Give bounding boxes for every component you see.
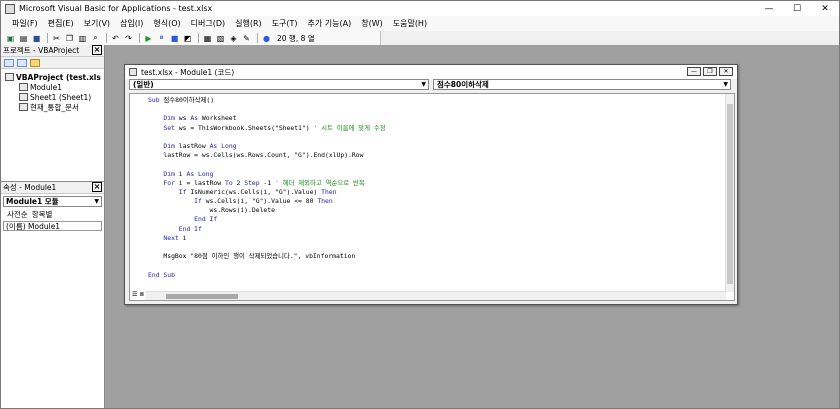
cut-icon[interactable]: ✂ <box>51 33 62 43</box>
chevron-down-icon: ▼ <box>421 81 426 88</box>
vbe-window: Microsoft Visual Basic for Applications … <box>0 0 840 409</box>
menu-bar: 파일(F) 편집(E) 보기(V) 삽입(I) 형식(O) 디버그(D) 실행(… <box>1 16 839 31</box>
view-mode-icons[interactable]: ☰ ≣ <box>132 291 146 300</box>
code-window: test.xlsx - Module1 (코드) — ❐ ✕ (일반) ▼ 점수… <box>124 64 738 305</box>
view-code-icon[interactable] <box>4 58 14 67</box>
chevron-down-icon: ▼ <box>723 81 728 88</box>
window-title: Microsoft Visual Basic for Applications … <box>19 4 213 13</box>
code-line[interactable]: End If <box>148 215 386 224</box>
code-line[interactable]: For i = lastRow To 2 Step -1 ' 헤더 제외하고 역… <box>148 179 386 188</box>
toggle-folders-icon[interactable] <box>30 58 40 67</box>
code-line[interactable]: If ws.Cells(i, "G").Value <= 80 Then <box>148 197 386 206</box>
run-icon[interactable]: ▶ <box>143 33 154 43</box>
code-line[interactable]: Next i <box>148 234 386 243</box>
code-line[interactable] <box>148 261 386 270</box>
code-line[interactable]: Dim ws As Worksheet <box>148 114 386 123</box>
tab-alphabetic[interactable]: 사전순 <box>7 209 28 220</box>
code-line[interactable]: End Sub <box>148 271 386 280</box>
object-selector[interactable]: Module1 모듈 ▼ <box>3 196 102 207</box>
code-window-icon <box>129 68 137 76</box>
menu-file[interactable]: 파일(F) <box>7 18 43 29</box>
project-explorer-icon[interactable]: ▦ <box>202 33 213 43</box>
tree-item-module1[interactable]: Module1 <box>5 82 104 92</box>
menu-format[interactable]: 형식(O) <box>148 18 185 29</box>
minimize-button[interactable]: — <box>755 1 783 16</box>
copy-icon[interactable]: ❐ <box>64 33 75 43</box>
menu-help[interactable]: 도움말(H) <box>388 18 432 29</box>
object-browser-icon[interactable]: ◈ <box>228 33 239 43</box>
code-restore-button[interactable]: ❐ <box>703 67 717 76</box>
view-object-icon[interactable] <box>17 58 27 67</box>
code-line[interactable] <box>148 160 386 169</box>
save-icon[interactable]: ■ <box>31 33 42 43</box>
code-editor[interactable]: Sub 점수80이하삭제() Dim ws As Worksheet Set w… <box>129 93 735 301</box>
vba-app-icon <box>5 3 15 14</box>
close-button[interactable]: ✕ <box>811 1 839 16</box>
horizontal-scrollbar[interactable] <box>146 291 726 300</box>
design-mode-icon[interactable]: ◩ <box>182 33 193 43</box>
properties-icon[interactable]: ▧ <box>215 33 226 43</box>
help-icon[interactable]: ● <box>261 33 272 43</box>
close-icon[interactable]: × <box>92 45 102 55</box>
menu-edit[interactable]: 편집(E) <box>43 18 79 29</box>
code-line[interactable] <box>148 243 386 252</box>
code-minimize-button[interactable]: — <box>687 67 701 76</box>
code-window-title: test.xlsx - Module1 (코드) <box>141 67 235 77</box>
tree-item-sheet1[interactable]: Sheet1 (Sheet1) <box>5 92 104 102</box>
menu-addins[interactable]: 추가 기능(A) <box>303 18 357 29</box>
menu-debug[interactable]: 디버그(D) <box>186 18 230 29</box>
tree-root[interactable]: VBAProject (test.xls <box>5 72 104 82</box>
vertical-scrollbar[interactable] <box>725 94 734 292</box>
code-line[interactable]: ws.Rows(i).Delete <box>148 206 386 215</box>
menu-insert[interactable]: 삽입(I) <box>115 18 148 29</box>
code-line[interactable]: End If <box>148 225 386 234</box>
workbook-icon <box>19 103 28 111</box>
code-line[interactable]: If IsNumeric(ws.Cells(i, "G").Value) The… <box>148 188 386 197</box>
module-icon <box>19 83 28 91</box>
code-line[interactable]: Set ws = ThisWorkbook.Sheets("Sheet1") '… <box>148 124 385 133</box>
code-line[interactable]: Dim i As Long <box>148 170 386 179</box>
properties-window: 속성 - Module1 × Module1 모듈 ▼ 사전순 항목별 (이름)… <box>1 181 105 408</box>
project-explorer: 프로젝트 - VBAProject × VBAProject (test.xls… <box>1 45 105 181</box>
sheet-icon <box>19 93 28 101</box>
standard-toolbar: ▣ ▤ ■ ✂ ❐ ▥ ⌕ ↶ ↷ ▶ ⏸ ■ ◩ ▦ ▧ ◈ ✎ ● 20 행… <box>1 31 381 45</box>
properties-title: 속성 - Module1 <box>3 183 57 192</box>
stop-icon[interactable]: ■ <box>169 33 180 43</box>
tab-categorized[interactable]: 항목별 <box>32 209 53 220</box>
project-explorer-title: 프로젝트 - VBAProject <box>3 46 80 55</box>
find-icon[interactable]: ⌕ <box>90 33 101 43</box>
code-line[interactable]: Sub 점수80이하삭제() <box>148 96 386 105</box>
code-text[interactable]: Sub 점수80이하삭제() Dim ws As Worksheet Set w… <box>148 96 386 280</box>
close-icon[interactable]: × <box>92 182 102 192</box>
object-combo[interactable]: (일반) ▼ <box>129 79 429 90</box>
toolbox-icon[interactable]: ✎ <box>241 33 252 43</box>
property-row-name[interactable]: (이름) Module1 <box>3 221 102 231</box>
menu-view[interactable]: 보기(V) <box>79 18 115 29</box>
cursor-position: 20 행, 8 열 <box>277 33 315 43</box>
vba-project-icon <box>5 73 14 81</box>
menu-tools[interactable]: 도구(T) <box>267 18 303 29</box>
tree-item-thisworkbook[interactable]: 현재_통합_문서 <box>5 102 104 112</box>
insert-module-icon[interactable]: ▤ <box>18 33 29 43</box>
menu-run[interactable]: 실행(R) <box>230 18 267 29</box>
chevron-down-icon: ▼ <box>94 198 99 205</box>
paste-icon[interactable]: ▥ <box>77 33 88 43</box>
excel-view-icon[interactable]: ▣ <box>5 33 16 43</box>
redo-icon[interactable]: ↷ <box>123 33 134 43</box>
code-close-button[interactable]: ✕ <box>719 67 733 76</box>
maximize-button[interactable]: ☐ <box>783 1 811 16</box>
undo-icon[interactable]: ↶ <box>110 33 121 43</box>
code-line[interactable]: lastRow = ws.Cells(ws.Rows.Count, "G").E… <box>148 151 386 160</box>
code-line[interactable] <box>148 133 386 142</box>
title-bar: Microsoft Visual Basic for Applications … <box>1 1 839 16</box>
code-line[interactable]: MsgBox "80점 이하인 행이 삭제되었습니다.", vbInformat… <box>148 252 386 261</box>
pause-icon[interactable]: ⏸ <box>156 33 167 43</box>
code-line[interactable] <box>148 105 386 114</box>
procedure-combo[interactable]: 점수80이하삭제 ▼ <box>433 79 731 90</box>
code-line[interactable]: Dim lastRow As Long <box>148 142 386 151</box>
menu-window[interactable]: 창(W) <box>356 18 388 29</box>
